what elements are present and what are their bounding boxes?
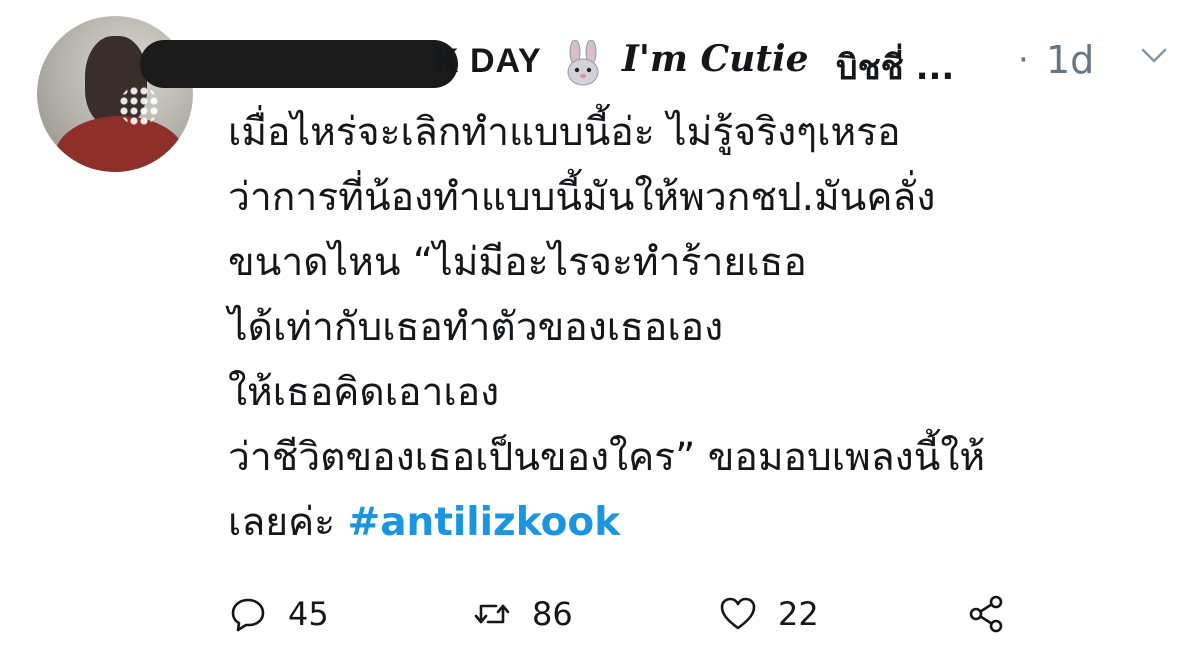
tweet-line: ให้เธอคิดเอาเอง [228, 370, 500, 415]
display-name-italic[interactable]: I'm Cutie [622, 38, 809, 80]
heart-icon [720, 597, 756, 630]
hashtag-link[interactable]: #antilizkook [348, 500, 621, 545]
tweet-header: K DAY I'm Cutie บิชชี่ ... · 1d [140, 28, 1178, 88]
like-count: 22 [778, 595, 819, 633]
share-button[interactable] [966, 586, 1006, 642]
tweet-line: ขนาดไหน “ไม่มีอะไรจะทำร้ายเธอ [228, 240, 807, 285]
tweet-line: เมื่อไหร่จะเลิกทำแบบนี้อ่ะ ไม่รู้จริงๆเห… [228, 110, 901, 155]
redaction-bar [140, 40, 458, 88]
like-button[interactable]: 22 [718, 586, 819, 642]
tweet: K DAY I'm Cutie บิชชี่ ... · 1d เมื่อไหร… [0, 0, 1200, 659]
tweet-line: ได้เท่ากับเธอทำตัวของเธอเอง [228, 305, 724, 350]
tweet-line: ว่าการที่น้องทำแบบนี้มันให้พวกชป.มันคลั่… [228, 175, 936, 220]
display-name-thai[interactable]: บิชชี่ ... [836, 40, 954, 94]
tweet-line: ว่าชีวิตของเธอเป็นของใคร” ขอมอบเพลงนี้ให… [228, 435, 986, 480]
display-name-tail[interactable]: K DAY [434, 42, 542, 81]
retweet-count: 86 [532, 595, 573, 633]
reply-button[interactable]: 45 [228, 586, 329, 642]
tweet-text: เมื่อไหร่จะเลิกทำแบบนี้อ่ะ ไม่รู้จริงๆเห… [228, 100, 1188, 555]
retweet-icon [474, 604, 510, 624]
rabbit-icon [567, 40, 599, 86]
share-icon [969, 595, 1003, 633]
reply-icon [231, 598, 265, 632]
avatar-flowers [119, 86, 159, 126]
tweet-time[interactable]: 1d [1046, 38, 1094, 82]
tweet-line-last: เลยค่ะ #antilizkook [228, 490, 1188, 555]
separator-dot: · [1018, 40, 1029, 80]
tweet-actions: 45 86 22 [228, 586, 1188, 642]
retweet-button[interactable]: 86 [472, 586, 573, 642]
avatar-body [55, 116, 185, 172]
reply-count: 45 [288, 595, 329, 633]
chevron-down-icon[interactable] [1136, 38, 1172, 74]
tweet-line-prefix: เลยค่ะ [228, 500, 348, 545]
